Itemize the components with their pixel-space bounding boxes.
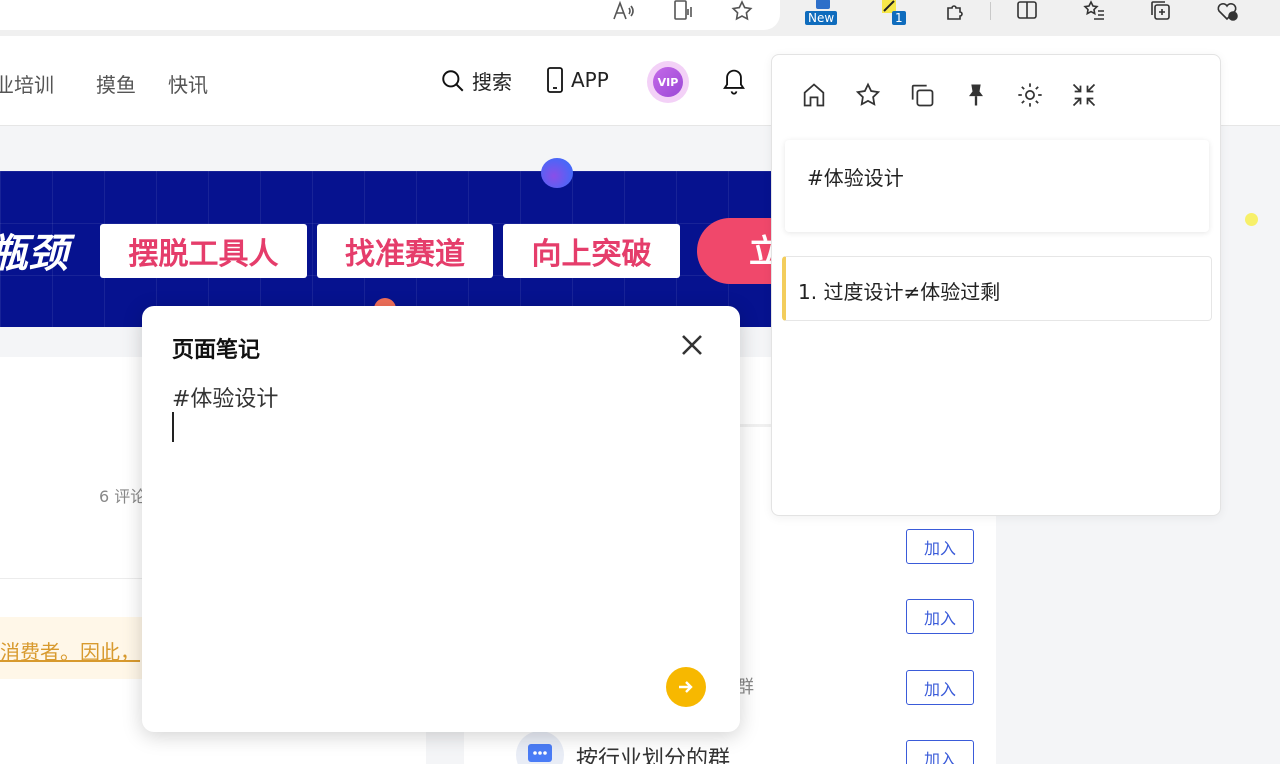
vip-badge[interactable]: VIP <box>647 61 689 103</box>
home-icon[interactable] <box>798 79 830 111</box>
split-screen-icon[interactable] <box>1012 0 1042 26</box>
join-button[interactable]: 加入 <box>906 670 974 705</box>
join-button[interactable]: 加入 <box>906 599 974 634</box>
note-dialog-title: 页面笔记 <box>172 338 261 363</box>
close-icon[interactable] <box>678 331 706 359</box>
note-list-item[interactable]: 1. 过度设计≠体验过剩 <box>782 256 1212 321</box>
new-badge: New <box>805 11 838 25</box>
notes-side-panel: #体验设计 1. 过度设计≠体验过剩 <box>771 54 1221 516</box>
favorites-list-icon[interactable] <box>1079 0 1109 26</box>
toolbar-separator <box>990 2 991 20</box>
text-caret <box>172 412 174 442</box>
search-icon <box>442 69 464 91</box>
comment-count[interactable]: 6 评论 <box>99 483 146 507</box>
star-icon[interactable] <box>852 79 884 111</box>
search-button[interactable]: 搜索 <box>440 66 512 95</box>
extensions-puzzle-icon[interactable] <box>940 0 970 26</box>
side-note-text: #体验设计 <box>807 166 904 190</box>
nav-link-training[interactable]: 业培训 <box>0 69 54 98</box>
pin-icon[interactable] <box>960 79 992 111</box>
copy-icon[interactable] <box>906 79 938 111</box>
phone-icon <box>547 67 563 93</box>
side-note-card[interactable]: #体验设计 <box>785 140 1209 232</box>
cursor-highlight-dot <box>1245 213 1258 226</box>
submit-arrow-icon[interactable] <box>666 667 706 707</box>
favorite-star-icon[interactable] <box>727 0 757 26</box>
notification-bell-icon[interactable] <box>720 66 754 96</box>
search-label: 搜索 <box>472 70 512 94</box>
banner-pill-2: 找准赛道 <box>317 224 493 278</box>
app-label: APP <box>571 68 609 92</box>
vip-label: VIP <box>653 67 683 97</box>
banner-cut-text: 瓶颈 <box>0 231 68 277</box>
join-button[interactable]: 加入 <box>906 740 974 764</box>
highlighted-text[interactable]: 消费者。因此， <box>0 636 140 665</box>
banner-cta[interactable]: 立 <box>697 218 780 284</box>
group-title[interactable]: 按行业划分的群 <box>576 741 730 764</box>
decorative-dot <box>541 158 573 188</box>
collections-icon[interactable] <box>1146 0 1176 26</box>
immersive-reader-icon[interactable] <box>668 0 698 26</box>
join-button[interactable]: 加入 <box>906 529 974 564</box>
banner-pill-1: 摆脱工具人 <box>100 224 307 278</box>
address-bar[interactable] <box>0 0 780 30</box>
note-textarea[interactable]: #体验设计 <box>172 381 278 413</box>
app-button[interactable]: APP <box>545 66 609 94</box>
note-list-item-text: 1. 过度设计≠体验过剩 <box>798 280 1001 304</box>
settings-gear-icon[interactable] <box>1014 79 1046 111</box>
page-note-dialog: 页面笔记 #体验设计 <box>142 306 740 732</box>
pen-badge: 1 <box>892 11 906 25</box>
collapse-icon[interactable] <box>1068 79 1100 111</box>
read-aloud-icon[interactable] <box>608 0 638 26</box>
banner-pill-3: 向上突破 <box>503 224 680 278</box>
nav-link-moyu[interactable]: 摸鱼 <box>96 69 136 98</box>
performance-icon[interactable] <box>1212 0 1242 26</box>
browser-toolbar: New 1 <box>0 0 1280 36</box>
nav-link-news[interactable]: 快讯 <box>168 69 208 98</box>
